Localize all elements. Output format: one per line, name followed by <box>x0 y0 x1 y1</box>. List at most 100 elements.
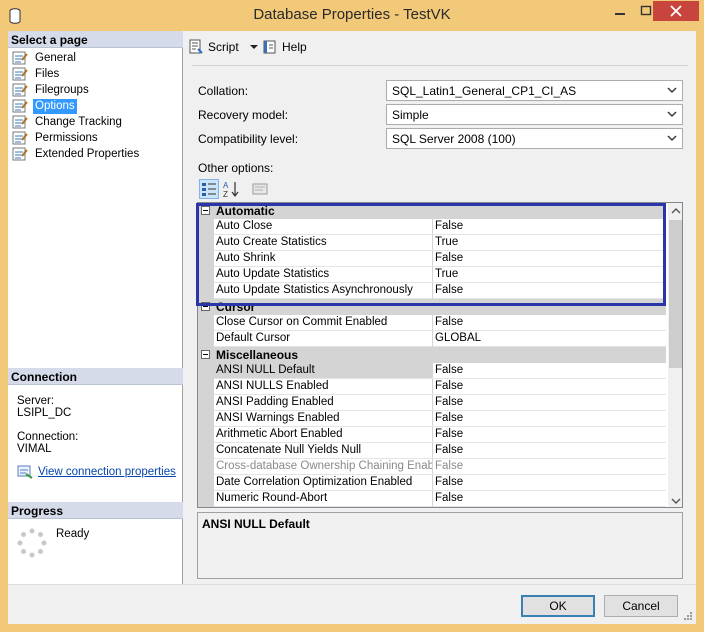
property-row[interactable]: Auto Create Statistics True <box>198 235 666 251</box>
property-pages-icon <box>252 183 268 195</box>
category-miscellaneous[interactable]: Miscellaneous <box>198 347 666 363</box>
property-row[interactable]: Auto Update Statistics Asynchronously Fal… <box>198 283 666 299</box>
script-button[interactable]: Script <box>188 39 261 55</box>
property-name: Cross-database Ownership Chaining Enable… <box>214 459 433 475</box>
minimize-button[interactable] <box>607 1 633 21</box>
page-item-options[interactable]: Options <box>12 98 77 114</box>
page-item-filegroups[interactable]: Filegroups <box>12 82 91 98</box>
property-value[interactable]: False <box>433 395 666 411</box>
collapse-icon[interactable] <box>201 206 210 215</box>
view-connection-properties-link[interactable]: View connection properties <box>17 465 176 479</box>
title-bar[interactable]: Database Properties - TestVK <box>0 0 704 32</box>
property-value[interactable]: False <box>433 315 666 331</box>
server-label: Server: <box>17 395 55 407</box>
property-row[interactable]: Date Correlation Optimization Enabled Fal… <box>198 475 666 491</box>
chevron-down-icon <box>667 135 677 141</box>
property-value[interactable]: False <box>433 251 666 267</box>
property-name: ANSI Warnings Enabled <box>214 411 433 427</box>
grid-vertical-scrollbar[interactable] <box>668 203 683 508</box>
scroll-down-icon[interactable] <box>668 493 683 508</box>
help-button[interactable]: Help <box>262 39 307 55</box>
svg-text:A: A <box>223 181 229 190</box>
page-label: Options <box>33 98 77 114</box>
property-value[interactable]: False <box>433 219 666 235</box>
property-value[interactable]: False <box>433 491 666 507</box>
property-pages-button[interactable] <box>250 179 270 199</box>
chevron-down-icon <box>249 45 258 49</box>
property-name: Auto Create Statistics <box>214 235 433 251</box>
recovery-model-dropdown[interactable]: Simple <box>386 104 683 125</box>
property-row[interactable]: ANSI NULL Default False <box>198 363 666 379</box>
chevron-down-icon <box>667 111 677 117</box>
scroll-up-icon[interactable] <box>668 203 683 219</box>
property-value[interactable]: True <box>433 235 666 251</box>
property-row[interactable]: Cross-database Ownership Chaining Enable… <box>198 459 666 475</box>
property-name: ANSI NULLS Enabled <box>214 379 433 395</box>
categorized-icon <box>202 183 216 196</box>
alphabetical-button[interactable]: AZ <box>221 179 241 199</box>
property-value[interactable]: GLOBAL <box>433 331 666 347</box>
property-name: Date Correlation Optimization Enabled <box>214 475 433 491</box>
property-value[interactable]: False <box>433 427 666 443</box>
property-row[interactable]: Default Cursor GLOBAL <box>198 331 666 347</box>
compatibility-level-dropdown[interactable]: SQL Server 2008 (100) <box>386 128 683 149</box>
property-row[interactable]: Auto Shrink False <box>198 251 666 267</box>
category-cursor[interactable]: Cursor <box>198 299 666 315</box>
property-row[interactable]: Auto Update Statistics True <box>198 267 666 283</box>
dialog-window: Database Properties - TestVK Select a pa… <box>0 0 704 632</box>
categorized-button[interactable] <box>199 179 219 199</box>
page-icon <box>12 147 28 161</box>
property-row[interactable]: Arithmetic Abort Enabled False <box>198 427 666 443</box>
property-value[interactable]: False <box>433 379 666 395</box>
script-label: Script <box>208 40 239 54</box>
connection-properties-icon <box>17 465 33 479</box>
property-value[interactable]: False <box>433 443 666 459</box>
collation-dropdown[interactable]: SQL_Latin1_General_CP1_CI_AS <box>386 80 683 101</box>
category-label: Automatic <box>216 204 275 218</box>
property-name: Auto Update Statistics Asynchronously <box>214 283 433 299</box>
page-label: Change Tracking <box>35 115 122 128</box>
property-value[interactable]: True <box>433 267 666 283</box>
property-row[interactable]: ANSI NULLS Enabled False <box>198 379 666 395</box>
page-icon <box>12 99 28 113</box>
collapse-icon[interactable] <box>201 302 210 311</box>
ok-button[interactable]: OK <box>521 595 595 617</box>
collation-value: SQL_Latin1_General_CP1_CI_AS <box>392 84 577 98</box>
property-name: Auto Shrink <box>214 251 433 267</box>
compatibility-level-label: Compatibility level: <box>198 132 299 146</box>
property-value[interactable]: False <box>433 283 666 299</box>
cancel-button[interactable]: Cancel <box>604 595 678 617</box>
view-connection-properties-label: View connection properties <box>38 466 176 478</box>
property-row[interactable]: Numeric Round-Abort False <box>198 491 666 507</box>
page-item-general[interactable]: General <box>12 50 78 66</box>
property-name: Close Cursor on Commit Enabled <box>214 315 433 331</box>
property-row[interactable]: Close Cursor on Commit Enabled False <box>198 315 666 331</box>
connection-value: VIMAL <box>17 443 52 455</box>
script-icon <box>189 39 203 54</box>
collapse-icon[interactable] <box>201 350 210 359</box>
resize-grip-icon[interactable] <box>683 611 693 621</box>
page-item-permissions[interactable]: Permissions <box>12 130 100 146</box>
property-row[interactable]: ANSI Warnings Enabled False <box>198 411 666 427</box>
property-value[interactable]: False <box>433 411 666 427</box>
property-row[interactable]: ANSI Padding Enabled False <box>198 395 666 411</box>
page-item-files[interactable]: Files <box>12 66 61 82</box>
options-property-grid[interactable]: Automatic Auto Close False Auto Create St… <box>197 202 683 508</box>
page-icon <box>12 67 28 81</box>
page-item-extended-properties[interactable]: Extended Properties <box>12 146 141 162</box>
connection-header: Connection <box>8 368 183 385</box>
property-value[interactable]: False <box>433 363 666 379</box>
button-bar: OK Cancel <box>8 584 696 624</box>
property-row[interactable]: Concatenate Null Yields Null False <box>198 443 666 459</box>
page-label: Extended Properties <box>35 147 140 160</box>
recovery-model-value: Simple <box>392 108 429 122</box>
page-item-change-tracking[interactable]: Change Tracking <box>12 114 124 130</box>
dialog-client-area: Select a page General Files Filegroups O… <box>8 31 696 624</box>
collation-label: Collation: <box>198 84 249 98</box>
category-automatic[interactable]: Automatic <box>198 203 666 219</box>
scrollbar-thumb[interactable] <box>669 220 682 368</box>
property-value[interactable]: False <box>433 475 666 491</box>
close-button[interactable] <box>653 1 699 21</box>
property-row[interactable]: Auto Close False <box>198 219 666 235</box>
property-name: ANSI Padding Enabled <box>214 395 433 411</box>
